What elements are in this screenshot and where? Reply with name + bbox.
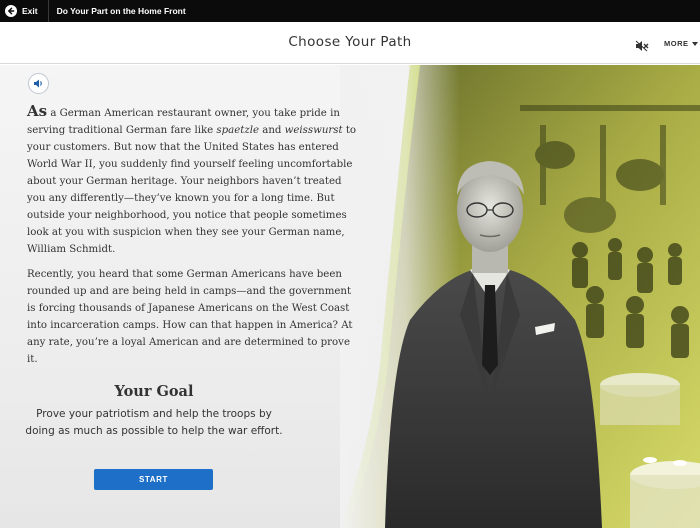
activity-title: Do Your Part on the Home Front xyxy=(56,6,186,16)
header: Choose Your Path MORE xyxy=(0,22,700,64)
goal-text: Prove your patriotism and help the troop… xyxy=(25,408,283,437)
dropcap: As xyxy=(27,102,48,120)
topbar-divider xyxy=(47,0,49,22)
read-aloud-button[interactable] xyxy=(28,73,49,94)
speaker-icon xyxy=(34,79,42,88)
caret-down-icon xyxy=(691,41,698,46)
mute-button[interactable] xyxy=(635,37,649,52)
page-title: Choose Your Path xyxy=(288,34,412,50)
more-label: MORE xyxy=(664,39,689,48)
restaurant-owner-photo xyxy=(340,65,700,528)
exit-label: Exit xyxy=(22,6,38,16)
goal-title: Your Goal xyxy=(114,383,194,400)
story-paragraph: Recently, you heard that some German Ame… xyxy=(27,269,353,365)
start-button[interactable]: START xyxy=(94,469,213,490)
story-text: As a German American restaurant owner, y… xyxy=(27,103,357,376)
goal-section: Your Goal Prove your patriotism and help… xyxy=(20,383,288,440)
top-bar: Exit Do Your Part on the Home Front xyxy=(0,0,700,22)
exit-button[interactable]: Exit xyxy=(0,0,48,22)
story-paragraph: As a German American restaurant owner, y… xyxy=(27,102,357,256)
back-arrow-icon xyxy=(5,5,17,17)
more-menu-button[interactable]: MORE xyxy=(664,39,698,48)
speaker-muted-icon xyxy=(635,40,649,52)
main-content: As a German American restaurant owner, y… xyxy=(0,65,700,528)
